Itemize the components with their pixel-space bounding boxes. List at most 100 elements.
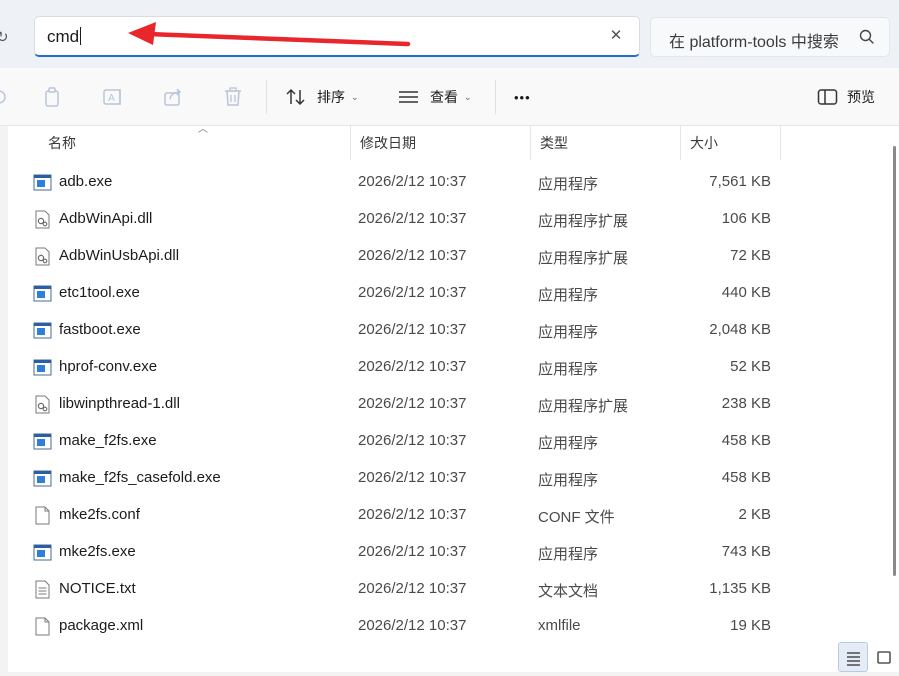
file-type: 应用程序 bbox=[538, 435, 599, 452]
column-header-date[interactable]: 修改日期 bbox=[350, 126, 530, 160]
address-bar[interactable]: cmd ✕ bbox=[34, 16, 640, 57]
address-input-value: cmd bbox=[47, 27, 80, 46]
command-bar: A 排序 ⌄ 查看 ⌄ ••• 预览 bbox=[0, 68, 899, 126]
column-header-date-label: 修改日期 bbox=[360, 135, 416, 151]
file-rows: adb.exe 2026/2/12 10:37 应用程序 7,561 KB AdbWin… bbox=[8, 164, 880, 645]
toolbar-divider bbox=[495, 80, 496, 114]
file-row[interactable]: libwinpthread-1.dll 2026/2/12 10:37 应用程序扩展… bbox=[8, 386, 880, 423]
file-name: etc1tool.exe bbox=[59, 284, 140, 301]
file-type: 应用程序 bbox=[538, 324, 599, 341]
file-date: 2026/2/12 10:37 bbox=[358, 432, 467, 449]
dll-file-icon bbox=[33, 395, 52, 414]
column-header-type-label: 类型 bbox=[540, 135, 568, 151]
file-row[interactable]: package.xml 2026/2/12 10:37 xmlfile 19 KB bbox=[8, 608, 880, 645]
file-name: libwinpthread-1.dll bbox=[59, 395, 180, 412]
cut-icon[interactable] bbox=[0, 86, 10, 108]
column-header-name[interactable]: 名称 bbox=[38, 126, 350, 160]
rename-icon[interactable]: A bbox=[102, 86, 124, 108]
chevron-down-icon: ⌄ bbox=[351, 91, 359, 102]
file-row[interactable]: adb.exe 2026/2/12 10:37 应用程序 7,561 KB bbox=[8, 164, 880, 201]
file-name: make_f2fs_casefold.exe bbox=[59, 469, 221, 486]
column-header-size-label: 大小 bbox=[690, 135, 718, 151]
preview-pane-icon bbox=[817, 89, 838, 105]
file-date: 2026/2/12 10:37 bbox=[358, 395, 467, 412]
file-row[interactable]: hprof-conv.exe 2026/2/12 10:37 应用程序 52 KB bbox=[8, 349, 880, 386]
nav-pane-edge bbox=[0, 126, 8, 672]
scrollbar-thumb[interactable] bbox=[893, 146, 896, 576]
file-row[interactable]: mke2fs.exe 2026/2/12 10:37 应用程序 743 KB bbox=[8, 534, 880, 571]
search-icon[interactable] bbox=[857, 27, 877, 47]
preview-pane-button[interactable]: 预览 bbox=[817, 82, 875, 112]
file-type: 应用程序扩展 bbox=[538, 398, 629, 415]
sort-label: 排序 bbox=[317, 89, 345, 105]
file-name: AdbWinUsbApi.dll bbox=[59, 247, 180, 264]
file-size: 440 KB bbox=[721, 284, 771, 301]
generic-file-icon bbox=[33, 506, 52, 525]
sort-icon bbox=[286, 88, 305, 106]
address-input[interactable]: cmd bbox=[47, 27, 82, 47]
search-input[interactable]: 在 platform-tools 中搜索 bbox=[669, 28, 844, 52]
file-name: adb.exe bbox=[59, 173, 113, 190]
file-size: 1,135 KB bbox=[709, 580, 771, 597]
column-header-row: ︿ 名称 修改日期 类型 大小 bbox=[8, 124, 890, 160]
file-row[interactable]: make_f2fs.exe 2026/2/12 10:37 应用程序 458 KB bbox=[8, 423, 880, 460]
details-view-button[interactable] bbox=[838, 642, 868, 672]
column-header-type[interactable]: 类型 bbox=[530, 126, 680, 160]
file-row[interactable]: AdbWinApi.dll 2026/2/12 10:37 应用程序扩展 106 KB bbox=[8, 201, 880, 238]
view-icon bbox=[399, 91, 418, 103]
dll-file-icon bbox=[33, 210, 52, 229]
file-row[interactable]: etc1tool.exe 2026/2/12 10:37 应用程序 440 KB bbox=[8, 275, 880, 312]
file-row[interactable]: make_f2fs_casefold.exe 2026/2/12 10:37 应用程… bbox=[8, 460, 880, 497]
refresh-icon[interactable]: ↻ bbox=[0, 28, 9, 46]
file-name: package.xml bbox=[59, 617, 144, 634]
file-row[interactable]: mke2fs.conf 2026/2/12 10:37 CONF 文件 2 KB bbox=[8, 497, 880, 534]
share-icon[interactable] bbox=[162, 86, 184, 108]
view-toggles bbox=[838, 642, 899, 672]
file-size: 52 KB bbox=[730, 358, 771, 375]
application-file-icon bbox=[33, 543, 52, 562]
column-divider[interactable] bbox=[780, 126, 781, 160]
file-row[interactable]: AdbWinUsbApi.dll 2026/2/12 10:37 应用程序扩展 72 … bbox=[8, 238, 880, 275]
search-box[interactable]: 在 platform-tools 中搜索 bbox=[650, 17, 890, 57]
file-list-view: ︿ 名称 修改日期 类型 大小 adb.exe 2026/2/12 10:37 应用… bbox=[0, 124, 899, 672]
file-date: 2026/2/12 10:37 bbox=[358, 543, 467, 560]
application-file-icon bbox=[33, 321, 52, 340]
file-type: 应用程序 bbox=[538, 472, 599, 489]
close-icon[interactable]: ✕ bbox=[607, 27, 625, 45]
application-file-icon bbox=[33, 432, 52, 451]
text-caret bbox=[80, 27, 82, 45]
copy-icon[interactable] bbox=[42, 86, 64, 108]
application-file-icon bbox=[33, 173, 52, 192]
file-type: 应用程序 bbox=[538, 176, 599, 193]
more-options-icon: ••• bbox=[514, 89, 531, 105]
file-date: 2026/2/12 10:37 bbox=[358, 247, 467, 264]
application-file-icon bbox=[33, 358, 52, 377]
view-button[interactable]: 查看 ⌄ bbox=[398, 82, 472, 112]
file-size: 19 KB bbox=[730, 617, 771, 634]
column-header-name-label: 名称 bbox=[48, 135, 76, 151]
file-name: hprof-conv.exe bbox=[59, 358, 158, 375]
file-date: 2026/2/12 10:37 bbox=[358, 580, 467, 597]
details-view-icon bbox=[847, 652, 860, 666]
file-type: 文本文档 bbox=[538, 583, 599, 600]
file-name: NOTICE.txt bbox=[59, 580, 136, 597]
file-row[interactable]: fastboot.exe 2026/2/12 10:37 应用程序 2,048 KB bbox=[8, 312, 880, 349]
file-name: make_f2fs.exe bbox=[59, 432, 157, 449]
delete-icon[interactable] bbox=[222, 86, 244, 108]
file-date: 2026/2/12 10:37 bbox=[358, 321, 467, 338]
large-icons-view-button[interactable] bbox=[870, 642, 899, 672]
chevron-down-icon: ⌄ bbox=[464, 91, 472, 102]
column-header-size[interactable]: 大小 bbox=[680, 126, 780, 160]
file-date: 2026/2/12 10:37 bbox=[358, 358, 467, 375]
preview-label: 预览 bbox=[847, 89, 875, 105]
file-size: 458 KB bbox=[721, 469, 771, 486]
view-label: 查看 bbox=[430, 89, 458, 105]
file-row[interactable]: NOTICE.txt 2026/2/12 10:37 文本文档 1,135 KB bbox=[8, 571, 880, 608]
address-toolbar: ↻ cmd ✕ 在 platform-tools 中搜索 bbox=[0, 0, 899, 68]
vertical-scrollbar[interactable] bbox=[890, 126, 899, 646]
file-size: 72 KB bbox=[730, 247, 771, 264]
more-options-button[interactable]: ••• bbox=[514, 82, 531, 112]
file-name: fastboot.exe bbox=[59, 321, 141, 338]
file-date: 2026/2/12 10:37 bbox=[358, 284, 467, 301]
sort-button[interactable]: 排序 ⌄ bbox=[285, 82, 359, 112]
